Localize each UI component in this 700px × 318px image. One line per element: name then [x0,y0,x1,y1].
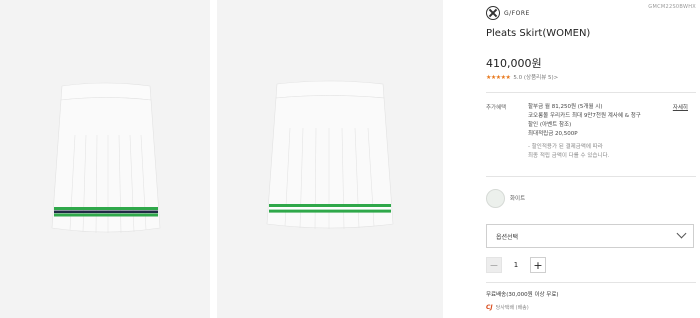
divider [486,282,696,283]
product-image-back[interactable] [217,0,443,318]
skirt-front-illustration [0,0,210,318]
back-stripe-green-2 [269,209,391,213]
color-swatch-white[interactable] [486,189,505,208]
product-image-gallery [0,0,460,318]
brand-name: G/FORE [504,9,530,17]
benefit-text: 할부금 월 81,250원 (5개월 시) 코오롱몰 우리카드 최대 9만7천원… [528,103,648,161]
divider [486,176,696,177]
benefit-line: 할인 (아벤트 참조) [528,122,572,128]
product-code: GMCM22S0BWHX [648,4,696,10]
product-title: Pleats Skirt(WOMEN) [486,28,591,39]
rating-row[interactable]: ★★★★★ 5.0 (상품리뷰 5)> [486,73,559,82]
benefit-line: 최대적립금 20,500P [528,131,578,137]
courier-text: 당사택배 (배송) [495,305,529,311]
benefit-line: 코오롱몰 우리카드 최대 9만7천원 계사혜 & 청구 [528,113,641,119]
back-stripe-green-1 [269,204,391,207]
quantity-stepper: − 1 + [486,257,546,273]
quantity-minus-button[interactable]: − [486,257,502,273]
front-stripe-navy [54,210,158,214]
rating-text: 5.0 (상품리뷰 5)> [513,75,559,81]
brand-link[interactable]: G/FORE [486,6,530,20]
quantity-value[interactable]: 1 [502,261,530,269]
benefit-note: 최종 적립 금액이 다를 수 있습니다. [528,153,610,159]
product-price: 410,000원 [486,57,542,70]
front-stripe-green-1 [54,207,158,210]
courier-row: CJ 당사택배 (배송) [486,304,529,311]
benefit-detail-link[interactable]: 자세히 [673,103,688,111]
benefit-note: - 할인적용가 된 결제금액에 따라 [528,144,603,150]
quantity-plus-button[interactable]: + [530,257,546,273]
front-stripe-green-2 [54,213,158,217]
shipping-info: 무료배송(30,000원 이상 무료) [486,292,559,298]
rating-stars-icon: ★★★★★ [486,73,511,81]
option-select-dropdown[interactable]: 옵션선택 [486,224,694,248]
skirt-back-illustration [217,0,443,318]
option-select-label: 옵션선택 [496,234,519,241]
divider [486,92,696,93]
brand-logo-icon [486,6,500,20]
courier-logo-icon: CJ [486,304,493,311]
color-label: 화이트 [510,196,526,202]
benefit-label: 추가혜택 [486,105,507,111]
chevron-down-icon [676,228,687,239]
product-info-panel: G/FORE GMCM22S0BWHX Pleats Skirt(WOMEN) … [476,0,700,318]
back-stripe-white [269,207,391,210]
benefit-line: 할부금 월 81,250원 (5개월 시) [528,104,603,110]
product-image-front[interactable] [0,0,210,318]
